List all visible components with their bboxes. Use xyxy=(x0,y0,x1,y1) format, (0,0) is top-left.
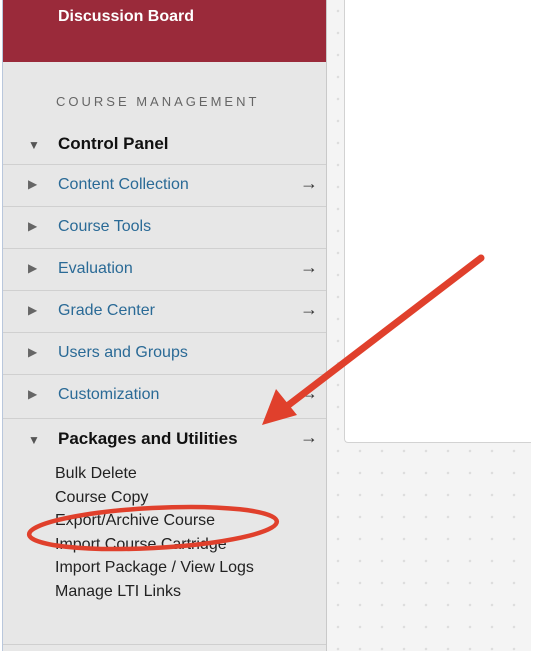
arrow-right-icon[interactable]: → xyxy=(300,173,318,194)
bulk-delete-link[interactable]: Bulk Delete xyxy=(55,462,254,486)
triangle-down-icon: ▼ xyxy=(28,433,40,447)
nav-item-label: Course Tools xyxy=(58,218,152,235)
nav-item-label: Evaluation xyxy=(58,260,133,277)
nav-item-content-collection[interactable]: ▶ Content Collection → xyxy=(3,164,326,206)
nav-item-label: Customization xyxy=(58,386,160,403)
export-archive-course-link[interactable]: Export/Archive Course xyxy=(55,509,254,533)
triangle-right-icon: ▶ xyxy=(28,177,38,191)
nav-item-evaluation[interactable]: ▶ Evaluation → xyxy=(3,248,326,290)
triangle-right-icon: ▶ xyxy=(28,261,38,275)
arrow-right-icon[interactable]: → xyxy=(300,299,318,320)
control-panel-header[interactable]: ▼ Control Panel xyxy=(3,124,326,164)
import-course-cartridge-link[interactable]: Import Course Cartridge xyxy=(55,533,254,557)
discussion-board-label: Discussion Board xyxy=(58,8,195,25)
triangle-right-icon: ▶ xyxy=(28,387,38,401)
nav-item-customization[interactable]: ▶ Customization → xyxy=(3,374,326,416)
triangle-right-icon: ▶ xyxy=(28,345,38,359)
arrow-right-icon[interactable]: → xyxy=(300,257,318,278)
control-panel-label: Control Panel xyxy=(58,134,169,153)
course-copy-link[interactable]: Course Copy xyxy=(55,486,254,510)
triangle-down-icon: ▼ xyxy=(28,138,40,152)
manage-lti-links-link[interactable]: Manage LTI Links xyxy=(55,580,254,604)
triangle-right-icon: ▶ xyxy=(28,303,38,317)
menu-bottom-divider xyxy=(3,644,326,645)
nav-item-label: Grade Center xyxy=(58,302,155,319)
arrow-right-icon[interactable]: → xyxy=(300,383,318,404)
arrow-right-icon[interactable]: → xyxy=(300,427,318,448)
triangle-right-icon: ▶ xyxy=(28,219,38,233)
nav-item-users-and-groups[interactable]: ▶ Users and Groups xyxy=(3,332,326,374)
nav-item-grade-center[interactable]: ▶ Grade Center → xyxy=(3,290,326,332)
course-management-heading: COURSE MANAGEMENT xyxy=(56,94,260,109)
import-package-view-logs-link[interactable]: Import Package / View Logs xyxy=(55,556,254,580)
nav-item-course-tools[interactable]: ▶ Course Tools xyxy=(3,206,326,248)
nav-item-label: Content Collection xyxy=(58,176,189,193)
packages-utilities-label: Packages and Utilities xyxy=(58,429,238,448)
packages-utilities-header[interactable]: ▼ Packages and Utilities → xyxy=(3,418,326,458)
packages-utilities-list: Bulk Delete Course Copy Export/Archive C… xyxy=(55,462,254,604)
content-area xyxy=(344,0,531,443)
nav-item-label: Users and Groups xyxy=(58,344,188,361)
discussion-board-link[interactable]: Discussion Board xyxy=(3,0,326,62)
